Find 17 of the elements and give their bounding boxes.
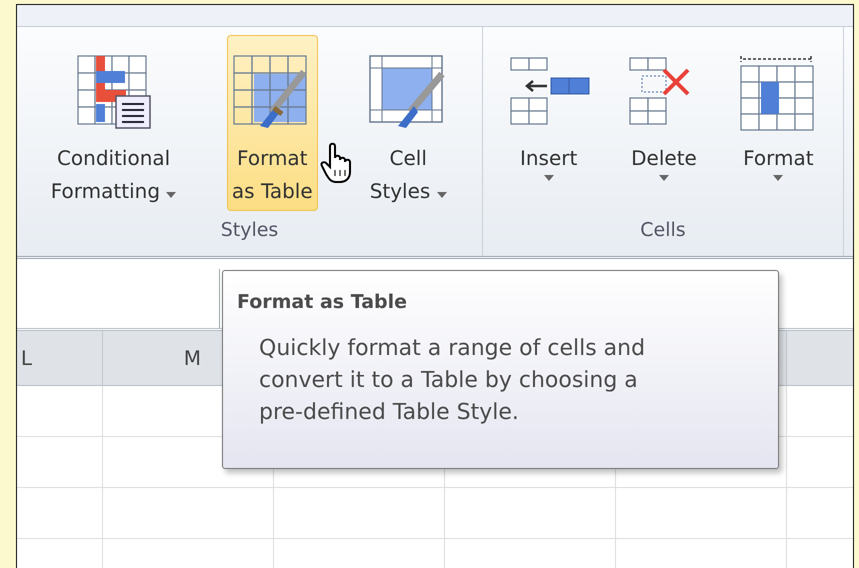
tooltip-title: Format as Table	[237, 291, 408, 313]
ribbon-button[interactable]: Insert	[502, 35, 596, 211]
group-label: Styles	[220, 219, 278, 241]
caret-icon	[166, 192, 176, 198]
group-label: Cells	[640, 219, 686, 241]
conditional-formatting-icon	[76, 54, 152, 130]
column-header[interactable]: L	[17, 331, 103, 386]
caret-icon	[436, 192, 447, 198]
caret-icon	[773, 175, 784, 181]
ribbon-button[interactable]: Delete	[620, 35, 707, 211]
ribbon-button[interactable]: Cell Styles	[363, 35, 454, 211]
hand-cursor-icon	[320, 142, 354, 184]
ribbon-button[interactable]: Format as Table	[226, 35, 318, 211]
ribbon-button[interactable]: Format	[732, 35, 824, 211]
caret-icon	[544, 175, 554, 181]
caret-icon	[658, 175, 669, 181]
ribbon-button[interactable]: Conditional Formatting	[46, 35, 182, 211]
